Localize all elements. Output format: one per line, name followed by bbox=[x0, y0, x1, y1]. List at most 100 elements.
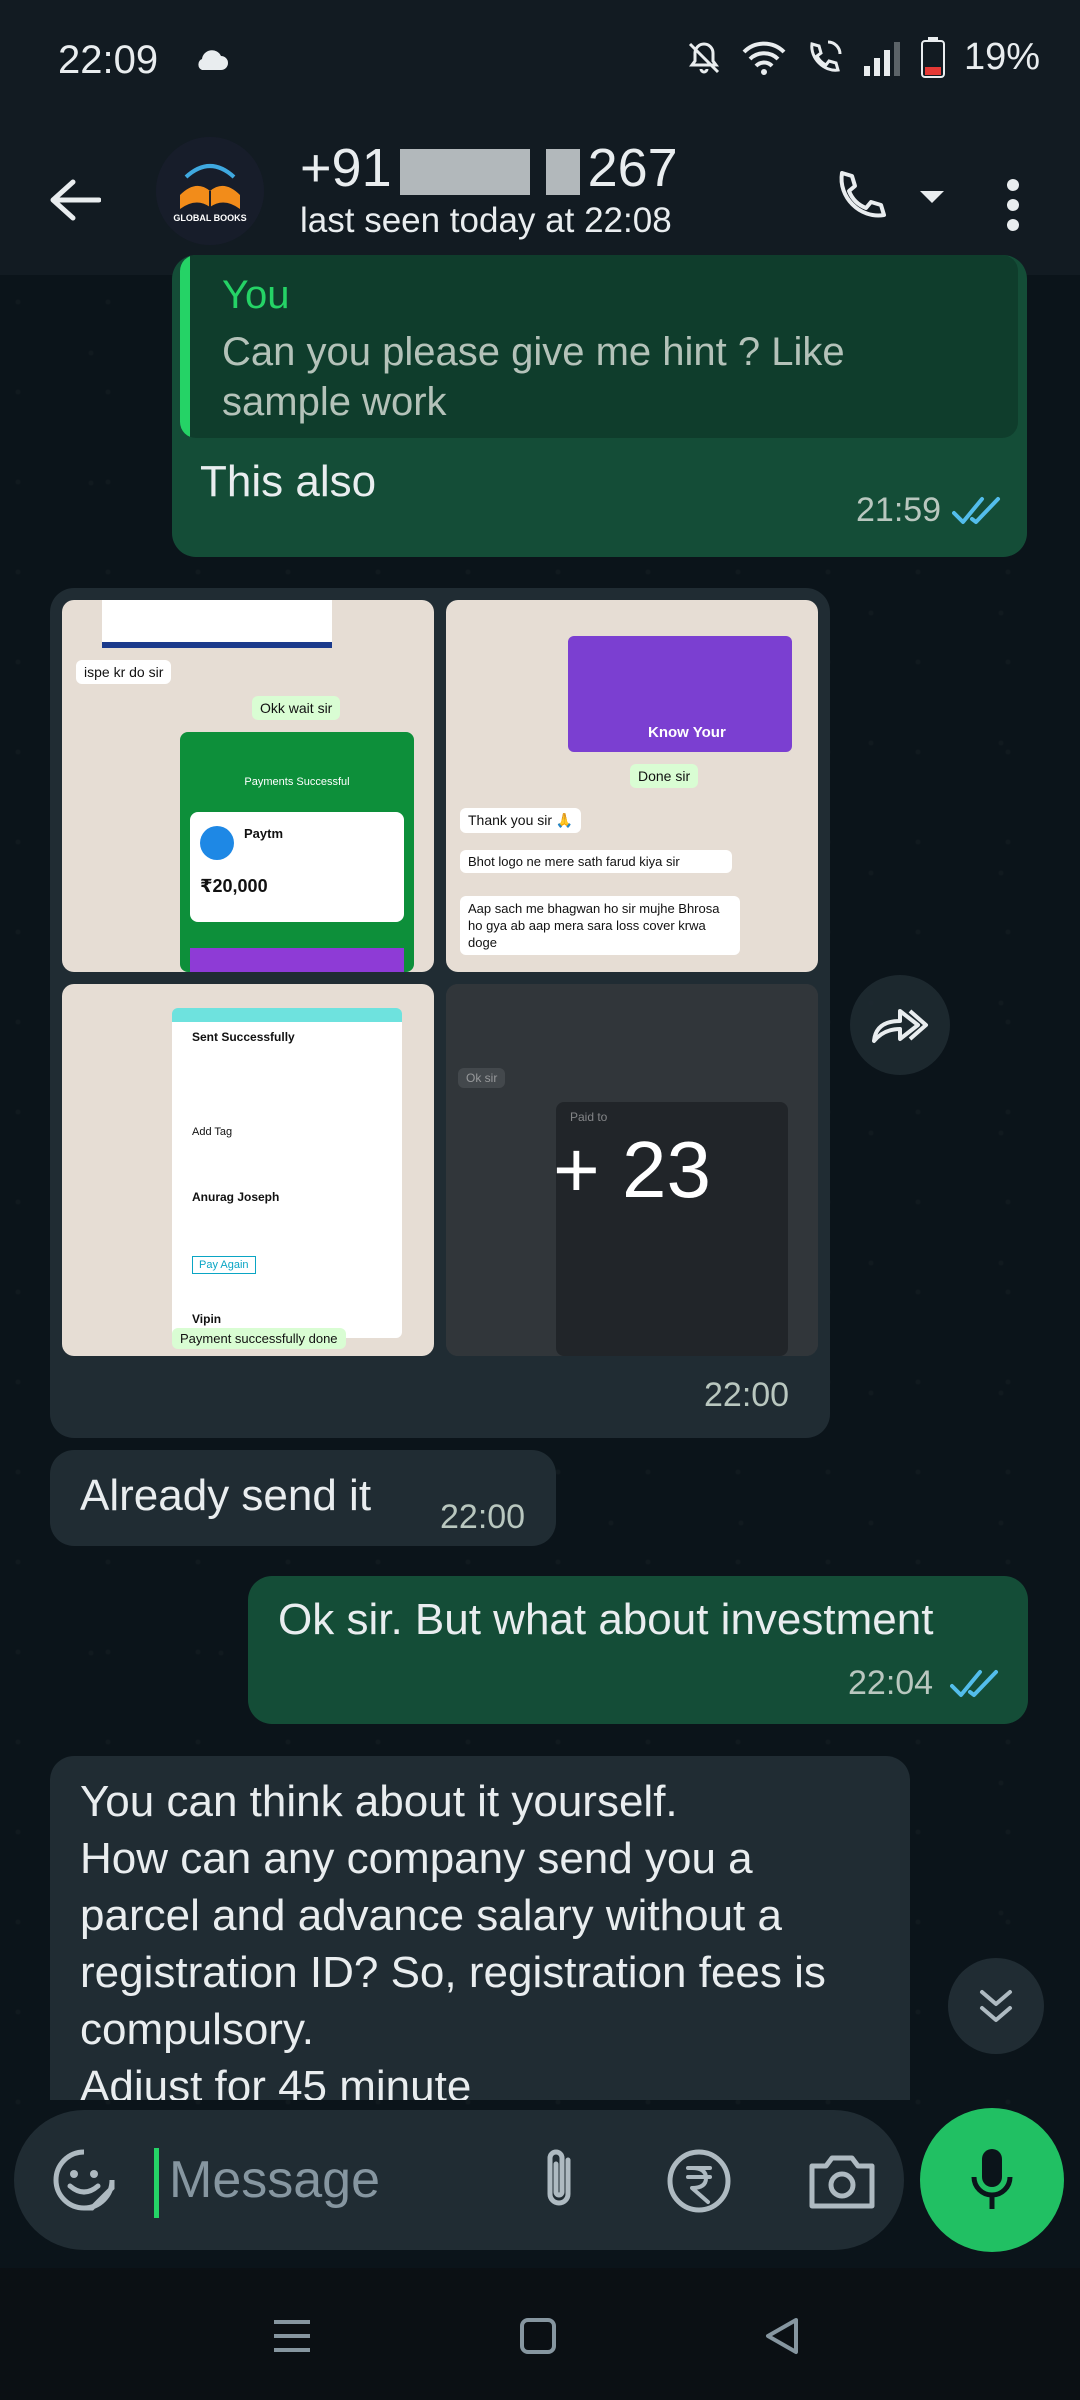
battery-icon bbox=[920, 36, 945, 78]
avatar[interactable]: GLOBAL BOOKS bbox=[156, 137, 264, 245]
message-text-line: parcel and advance salary without a bbox=[80, 1891, 782, 1940]
read-ticks-icon bbox=[950, 1670, 998, 1697]
scroll-to-bottom-button[interactable] bbox=[948, 1958, 1044, 2054]
rupee-icon bbox=[667, 2149, 731, 2213]
home-button[interactable] bbox=[508, 2306, 568, 2366]
thumb-payer: Vipin bbox=[192, 1312, 222, 1326]
system-back-button[interactable] bbox=[752, 2306, 812, 2366]
message-text: This also bbox=[200, 457, 377, 506]
contact-name-prefix: +91 bbox=[300, 138, 392, 198]
message-time: 22:00 bbox=[440, 1498, 526, 1536]
voice-call-button[interactable] bbox=[820, 157, 900, 237]
message-text-line: registration ID? So, registration fees i… bbox=[80, 1948, 826, 1997]
message-incoming-long[interactable]: You can think about it yourself. How can… bbox=[50, 1756, 910, 2100]
thumb-amount: ₹20,000 bbox=[200, 876, 268, 896]
message-input[interactable] bbox=[169, 2140, 529, 2220]
message-incoming[interactable]: Already send it 22:00 bbox=[50, 1450, 556, 1546]
message-text-line: You can think about it yourself. bbox=[80, 1777, 678, 1826]
thumb-add-tag: Add Tag bbox=[192, 1126, 233, 1138]
home-square-icon bbox=[520, 2318, 556, 2354]
signal-icon bbox=[863, 41, 900, 76]
thumb-know-your: Know Your bbox=[648, 724, 726, 741]
message-text-line: compulsory. bbox=[80, 2005, 314, 2054]
message-text: Ok sir. But what about investment bbox=[278, 1595, 934, 1644]
contact-name[interactable]: +91 267 bbox=[300, 137, 678, 199]
voice-message-button[interactable] bbox=[920, 2108, 1064, 2252]
last-seen-status: last seen today at 22:08 bbox=[300, 201, 672, 240]
status-time: 22:09 bbox=[58, 38, 159, 82]
battery-percent: 19% bbox=[963, 36, 1040, 78]
quote-author: You bbox=[222, 273, 290, 317]
menu-lines-icon bbox=[274, 2320, 310, 2352]
more-vert-icon bbox=[1007, 179, 1019, 231]
overflow-menu-button[interactable] bbox=[985, 165, 1041, 245]
book-logo-icon bbox=[156, 137, 264, 245]
media-time: 22:00 bbox=[704, 1376, 790, 1414]
thumb-chat-line: Aap sach me bhagwan ho sir mujhe Bhrosa … bbox=[460, 896, 740, 955]
message-composer bbox=[14, 2110, 904, 2250]
media-thumbnail-1[interactable]: ispe kr do sir Okk wait sir Payments Suc… bbox=[62, 600, 434, 972]
emoji-button[interactable] bbox=[52, 2148, 116, 2212]
forward-icon bbox=[872, 1009, 928, 1043]
cloud-icon bbox=[198, 50, 228, 70]
more-media-overlay[interactable]: + 23 bbox=[446, 984, 818, 1356]
payment-button[interactable] bbox=[664, 2146, 734, 2216]
thumb-chat-line: Thank you sir 🙏 bbox=[460, 808, 582, 833]
quoted-message[interactable]: You Can you please give me hint ? Like s… bbox=[180, 255, 1018, 438]
thumb-payee: Anurag Joseph bbox=[192, 1190, 280, 1204]
attach-button[interactable] bbox=[524, 2146, 594, 2216]
media-thumbnail-4[interactable]: Ok sir Paid to + 23 bbox=[446, 984, 818, 1356]
media-thumbnail-2[interactable]: Know Your Done sir Thank you sir 🙏 Bhot … bbox=[446, 600, 818, 972]
call-options-dropdown[interactable] bbox=[912, 177, 952, 217]
message-text: Already send it bbox=[80, 1471, 372, 1520]
mute-bell-icon bbox=[688, 41, 719, 73]
message-outgoing[interactable]: Ok sir. But what about investment 22:04 bbox=[248, 1576, 1028, 1724]
wifi-icon bbox=[742, 41, 786, 75]
thumb-payment-status: Payments Successful bbox=[244, 776, 350, 788]
thumb-promo-strip bbox=[190, 948, 404, 972]
status-icons: 19% bbox=[684, 36, 1040, 79]
paperclip-icon bbox=[547, 2149, 571, 2206]
thumb-chat-line: Done sir bbox=[630, 764, 699, 788]
paytm-logo-icon bbox=[200, 826, 234, 860]
more-media-count: + 23 bbox=[553, 1125, 711, 1214]
microphone-icon bbox=[971, 2149, 1013, 2209]
thumb-credit-card: Know Your bbox=[568, 636, 792, 752]
back-triangle-icon bbox=[766, 2318, 798, 2354]
thumb-sent-label: Sent Successfully bbox=[192, 1030, 295, 1044]
thumb-chat-line: Bhot logo ne mere sath farud kiya sir bbox=[460, 850, 732, 873]
status-bar: 22:09 19% bbox=[0, 0, 1080, 125]
message-outgoing-quoted[interactable]: You Can you please give me hint ? Like s… bbox=[172, 255, 1027, 557]
back-arrow-icon bbox=[50, 179, 101, 221]
sticker-emoji-icon bbox=[53, 2149, 115, 2211]
recents-button[interactable] bbox=[262, 2306, 322, 2366]
forward-button[interactable] bbox=[850, 975, 950, 1075]
redacted-number-block bbox=[399, 148, 530, 195]
media-thumbnail-3[interactable]: Sent Successfully Add Tag Anurag Joseph … bbox=[62, 984, 434, 1356]
thumb-upi-screen: Sent Successfully Add Tag Anurag Joseph … bbox=[172, 1008, 402, 1338]
wifi-calling-icon bbox=[810, 40, 842, 72]
redacted-number-block-2 bbox=[545, 148, 580, 195]
read-ticks-icon bbox=[952, 497, 1000, 524]
thumb-chat-line: ispe kr do sir bbox=[76, 660, 172, 684]
avatar-logo-text: GLOBAL BOOKS bbox=[173, 213, 247, 223]
quote-text: Can you please give me hint ? Like sampl… bbox=[222, 330, 845, 424]
thumb-payment-card: Payments Successful Paytm ₹20,000 bbox=[180, 732, 414, 972]
message-text-line: How can any company send you a bbox=[80, 1834, 753, 1883]
system-nav-bar bbox=[0, 2268, 1080, 2400]
chat-header: GLOBAL BOOKS +91 267 last seen today at 2… bbox=[0, 125, 1080, 275]
media-grid[interactable]: ispe kr do sir Okk wait sir Payments Suc… bbox=[62, 600, 818, 1360]
thumb-paytm-card: Paytm ₹20,000 bbox=[190, 812, 404, 922]
camera-button[interactable] bbox=[804, 2146, 880, 2216]
thumb-card bbox=[102, 600, 332, 648]
camera-icon bbox=[809, 2155, 875, 2209]
thumb-pay-again: Pay Again bbox=[192, 1256, 256, 1274]
message-text-line: Adjust for 45 minute bbox=[80, 2062, 472, 2100]
phone-icon bbox=[839, 171, 886, 218]
thumb-chat-line: Okk wait sir bbox=[252, 696, 341, 720]
quote-accent-bar bbox=[180, 255, 190, 438]
message-time: 21:59 bbox=[856, 491, 942, 529]
back-button[interactable] bbox=[40, 165, 110, 235]
double-chevron-down-icon bbox=[980, 1990, 1012, 2022]
chevron-down-icon bbox=[920, 191, 944, 203]
